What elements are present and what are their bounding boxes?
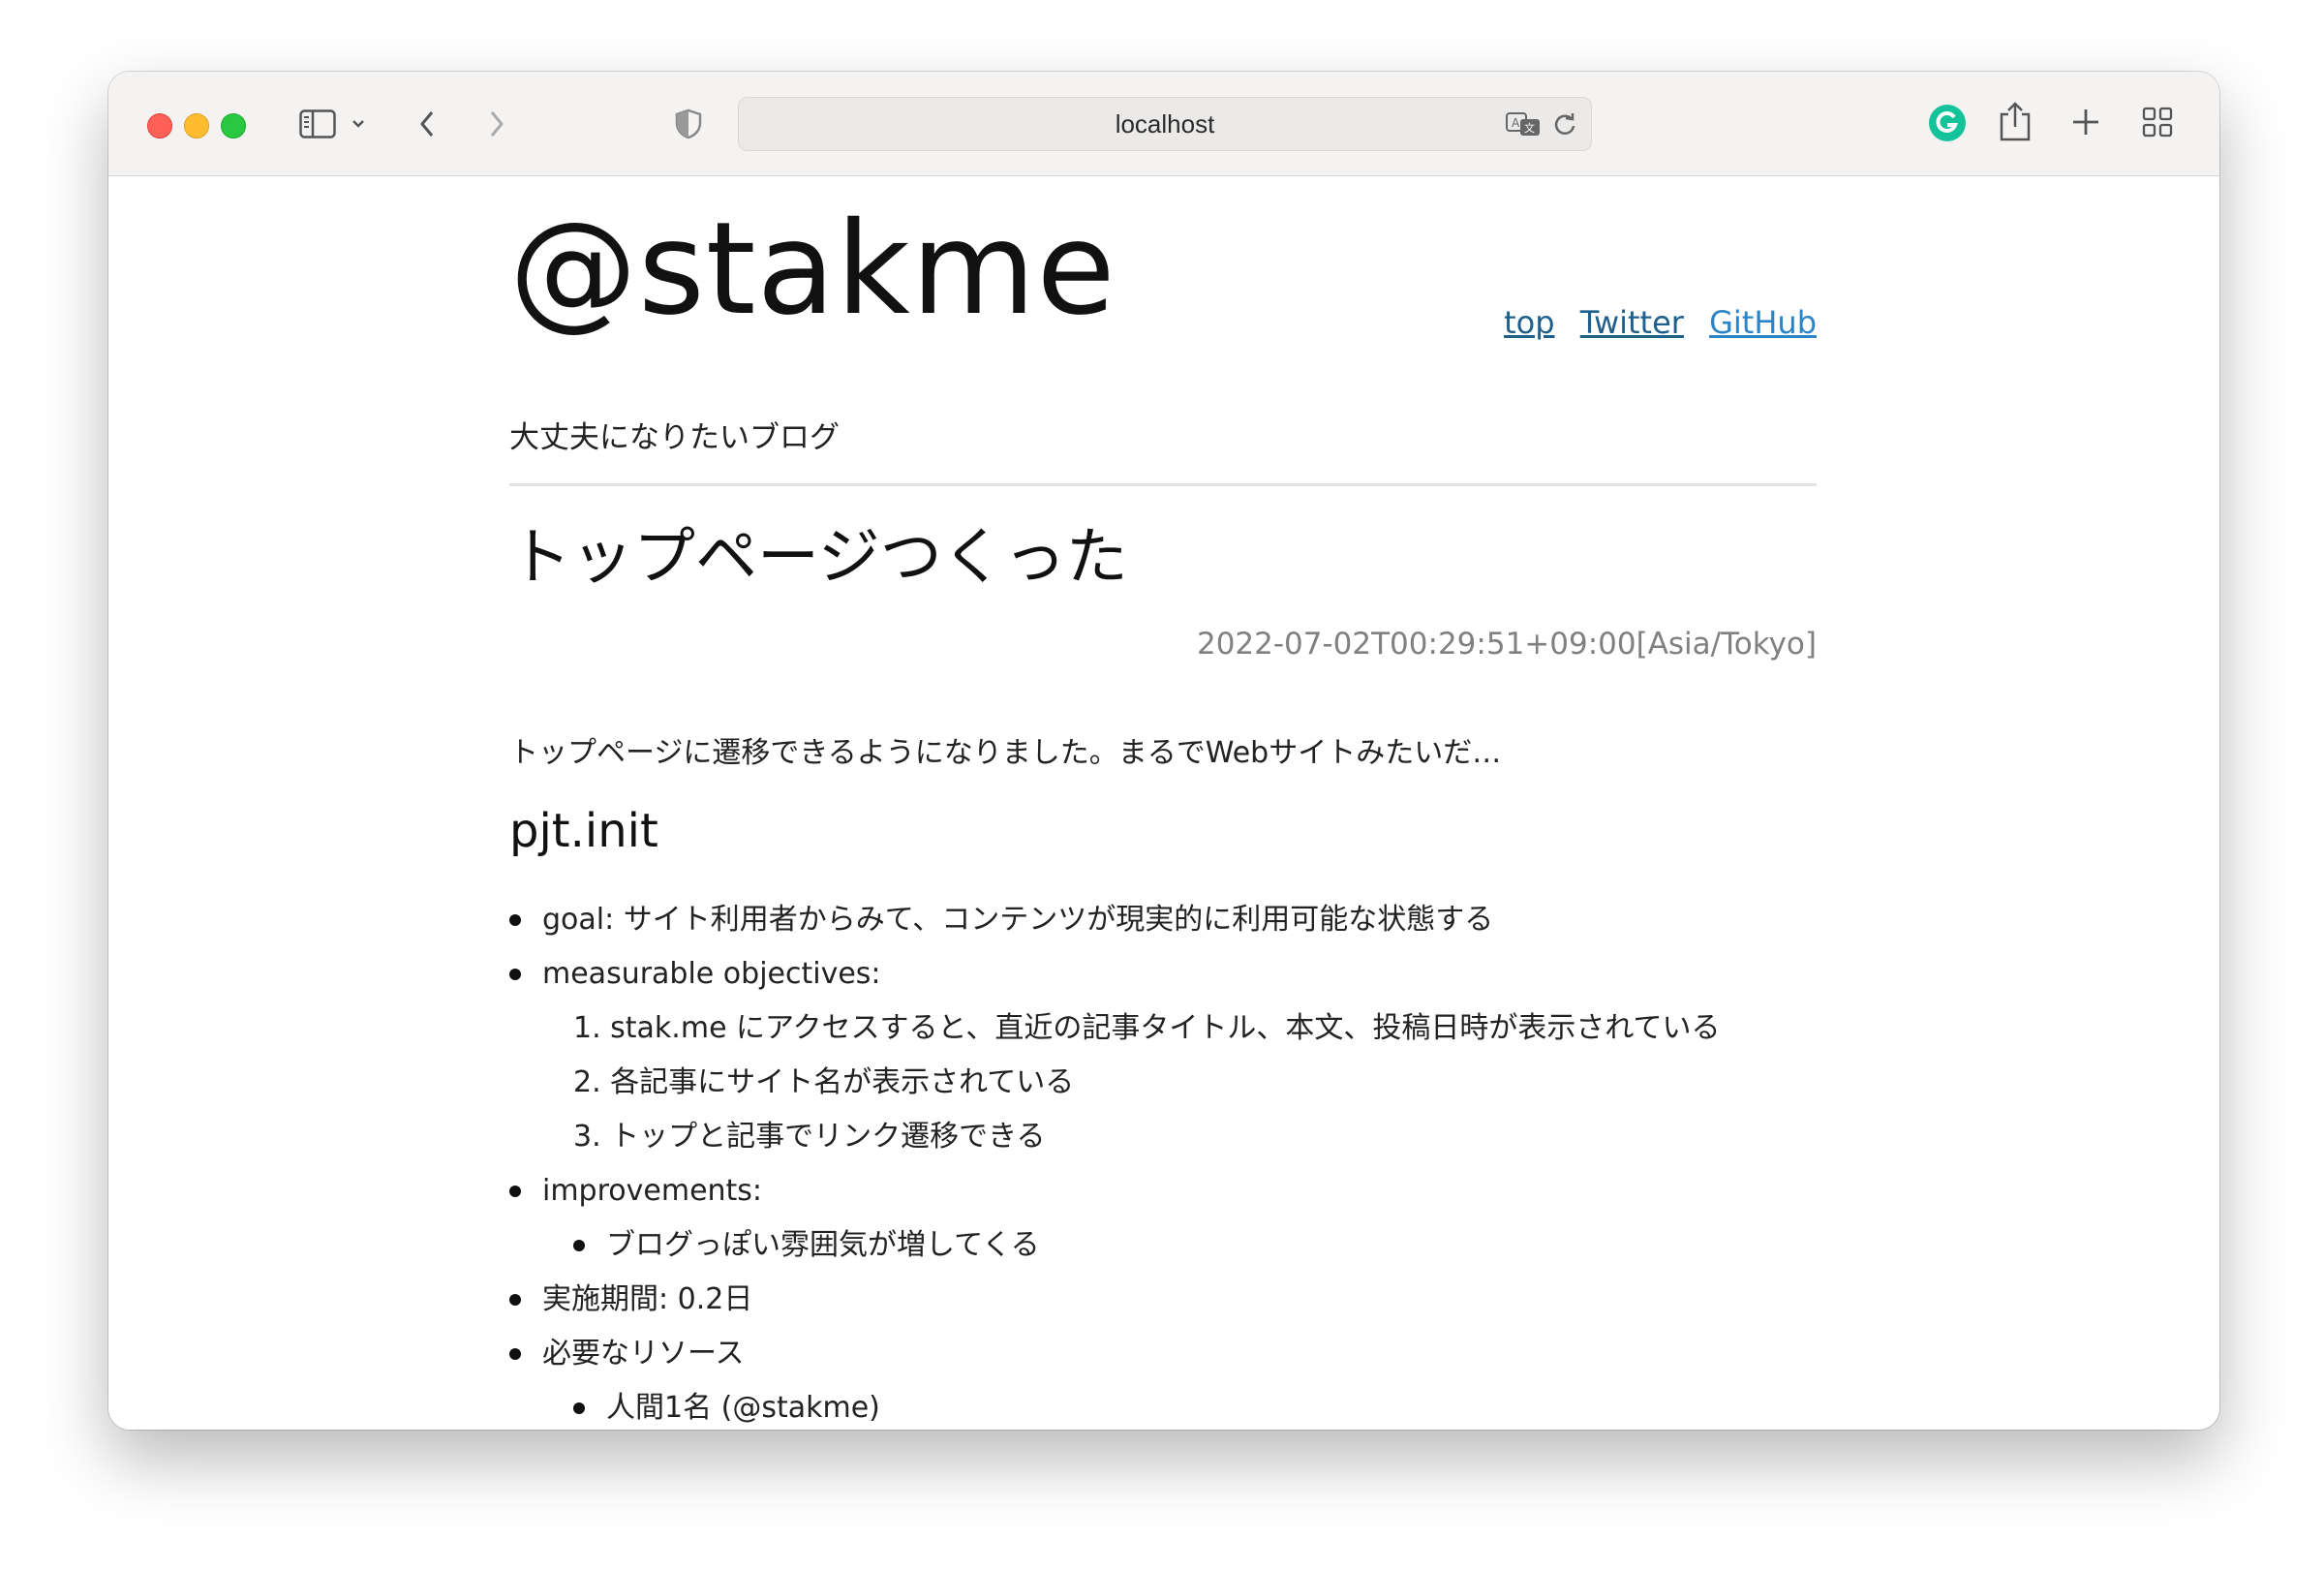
list-item: measurable objectives: [509, 947, 1826, 1001]
bullet-icon [573, 1240, 585, 1251]
bullet-icon [509, 1294, 521, 1306]
svg-text:文: 文 [1524, 121, 1535, 135]
minimize-window-button[interactable] [184, 113, 209, 139]
list-item-text: 必要なリソース [542, 1337, 745, 1371]
bullet-icon [509, 1348, 521, 1360]
address-text: localhost [1115, 109, 1215, 139]
site-tagline: 大丈夫になりたいブログ [509, 420, 840, 455]
chevron-down-icon[interactable] [349, 112, 368, 136]
back-arrow-icon[interactable] [411, 107, 443, 141]
svg-text:A: A [1512, 116, 1520, 130]
bullet-icon [509, 1186, 521, 1197]
browser-window: localhost A文 @stakme top Twitter GitHub [108, 72, 2219, 1430]
grammarly-extension-icon[interactable] [1927, 103, 1968, 143]
translate-icon[interactable]: A文 [1504, 109, 1543, 139]
list-item-text: 3. トップと記事でリンク遷移できる [573, 1120, 1046, 1154]
nav-link-top[interactable]: top [1504, 304, 1554, 341]
post-lead-paragraph: トップページに遷移できるようになりました。まるでWebサイトみたいだ… [509, 736, 1502, 770]
site-title[interactable]: @stakme [509, 205, 1116, 333]
list-item-text: improvements: [542, 1174, 763, 1208]
post-date: 2022-07-02T00:29:51+09:00[Asia/Tokyo] [1196, 627, 1817, 662]
reload-icon[interactable] [1550, 109, 1579, 139]
page-content: @stakme top Twitter GitHub 大丈夫になりたいブログ ト… [108, 176, 2219, 1430]
list-item-text: ブログっぽい雰囲気が増してくる [606, 1228, 1040, 1262]
list-item: 実施期間: 0.2日 [509, 1273, 1826, 1327]
list-item: 必要なリソース [509, 1327, 1826, 1381]
list-item-text: goal: サイト利用者からみて、コンテンツが現実的に利用可能な状態する [542, 903, 1494, 937]
nav-link-github[interactable]: GitHub [1709, 304, 1817, 341]
address-bar[interactable]: localhost A文 [738, 97, 1592, 151]
zoom-window-button[interactable] [221, 113, 246, 139]
bullet-icon [509, 914, 521, 926]
list-item: improvements: [509, 1164, 1826, 1218]
list-item-text: 2. 各記事にサイト名が表示されている [573, 1065, 1075, 1099]
post-list: goal: サイト利用者からみて、コンテンツが現実的に利用可能な状態する mea… [509, 893, 1826, 1430]
list-item: ブログっぽい雰囲気が増してくる [509, 1218, 1826, 1273]
list-item: 1. stak.me にアクセスすると、直近の記事タイトル、本文、投稿日時が表示… [509, 1001, 1826, 1056]
header-divider [509, 483, 1817, 486]
list-item-text: 1. stak.me にアクセスすると、直近の記事タイトル、本文、投稿日時が表示… [573, 1011, 1721, 1045]
close-window-button[interactable] [147, 113, 172, 139]
list-item: 人間1名 (@stakme) [509, 1381, 1826, 1430]
new-tab-plus-icon[interactable] [2068, 105, 2103, 139]
list-item: 3. トップと記事でリンク遷移できる [509, 1110, 1826, 1164]
privacy-shield-icon[interactable] [672, 107, 705, 141]
list-item-text: 実施期間: 0.2日 [542, 1282, 753, 1316]
nav-link-twitter[interactable]: Twitter [1580, 304, 1684, 341]
share-icon[interactable] [1997, 99, 2034, 143]
sidebar-toggle-icon[interactable] [298, 105, 337, 143]
section-heading: pjt.init [509, 804, 658, 858]
tab-overview-icon[interactable] [2140, 105, 2175, 139]
list-item: goal: サイト利用者からみて、コンテンツが現実的に利用可能な状態する [509, 893, 1826, 947]
forward-arrow-icon[interactable] [480, 107, 513, 141]
bullet-icon [509, 969, 521, 980]
post-title: トップページつくった [509, 522, 1128, 594]
browser-toolbar: localhost A文 [108, 72, 2219, 176]
list-item-text: measurable objectives: [542, 957, 881, 991]
list-item: 2. 各記事にサイト名が表示されている [509, 1056, 1826, 1110]
list-item-text: 人間1名 (@stakme) [606, 1391, 880, 1425]
bullet-icon [573, 1402, 585, 1414]
site-nav: top Twitter GitHub [1488, 304, 1817, 341]
